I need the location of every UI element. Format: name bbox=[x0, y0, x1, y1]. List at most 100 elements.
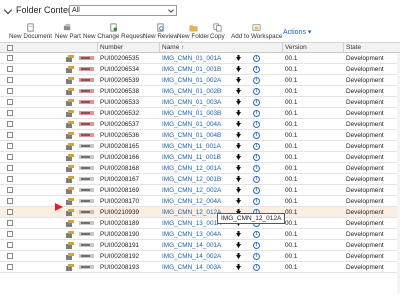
part-name-link[interactable]: IMG_CMN_12_004A bbox=[162, 198, 221, 205]
row-checkbox[interactable] bbox=[7, 143, 13, 149]
part-name-link[interactable]: IMG_CMN_01_004B bbox=[162, 132, 221, 139]
part-name-link[interactable]: IMG_CMN_12_002A bbox=[162, 187, 221, 194]
info-icon[interactable]: i bbox=[253, 241, 260, 249]
table-row[interactable]: PUI00206539 IMG_CMN_01_002A i 00.1 Developme… bbox=[0, 75, 400, 86]
table-row[interactable]: PUI00206538 IMG_CMN_01_002B i 00.1 Developme… bbox=[0, 86, 400, 97]
part-name-link[interactable]: IMG_CMN_12_012A bbox=[162, 209, 221, 216]
download-icon[interactable] bbox=[235, 187, 242, 194]
view-filter-select[interactable]: All bbox=[69, 5, 177, 16]
table-row[interactable]: PUI00208167 IMG_CMN_12_001B i 00.1 Developme… bbox=[0, 174, 400, 185]
row-checkbox[interactable] bbox=[7, 231, 13, 237]
table-row[interactable]: PUI00206533 IMG_CMN_01_003A i 00.1 Developme… bbox=[0, 97, 400, 108]
table-row[interactable]: PUI00208192 IMG_CMN_14_002A i 00.1 Developme… bbox=[0, 251, 400, 262]
info-icon[interactable]: i bbox=[253, 230, 260, 238]
new-change-request-button[interactable]: New Change Request bbox=[83, 23, 145, 40]
add-to-workspace-button[interactable]: Add to Workspace bbox=[231, 23, 282, 40]
row-checkbox[interactable] bbox=[7, 66, 13, 72]
part-name-link[interactable]: IMG_CMN_01_001B bbox=[162, 66, 221, 73]
column-header-version[interactable]: Version bbox=[285, 44, 307, 51]
part-name-link[interactable]: IMG_CMN_11_001A bbox=[162, 143, 221, 150]
table-row[interactable]: PUI00206536 IMG_CMN_01_004B i 00.1 Developme… bbox=[0, 130, 400, 141]
download-icon[interactable] bbox=[235, 176, 242, 183]
part-name-link[interactable]: IMG_CMN_13_004A bbox=[162, 231, 221, 238]
part-name-link[interactable]: IMG_CMN_13_001A bbox=[162, 220, 221, 227]
info-icon[interactable]: i bbox=[253, 98, 260, 106]
part-name-link[interactable]: IMG_CMN_01_003B bbox=[162, 110, 221, 117]
table-row[interactable]: PUI00208169 IMG_CMN_12_002A i 00.1 Developme… bbox=[0, 185, 400, 196]
row-checkbox[interactable] bbox=[7, 253, 13, 259]
part-name-link[interactable]: IMG_CMN_11_001B bbox=[162, 154, 221, 161]
part-name-link[interactable]: IMG_CMN_12_001A bbox=[162, 165, 221, 172]
row-checkbox[interactable] bbox=[7, 77, 13, 83]
actions-menu[interactable]: Actions ▾ bbox=[283, 28, 311, 36]
row-checkbox[interactable] bbox=[7, 209, 13, 215]
info-icon[interactable]: i bbox=[253, 54, 260, 62]
part-name-link[interactable]: IMG_CMN_14_001A bbox=[162, 242, 221, 249]
download-icon[interactable] bbox=[235, 66, 242, 73]
column-header-number[interactable]: Number bbox=[100, 44, 123, 51]
collapse-chevron-icon[interactable] bbox=[3, 5, 13, 15]
info-icon[interactable]: i bbox=[253, 109, 260, 117]
download-icon[interactable] bbox=[235, 88, 242, 95]
info-icon[interactable]: i bbox=[253, 164, 260, 172]
download-icon[interactable] bbox=[235, 231, 242, 238]
table-row[interactable]: PUI00206537 IMG_CMN_01_004A i 00.1 Developme… bbox=[0, 119, 400, 130]
row-checkbox[interactable] bbox=[7, 176, 13, 182]
column-header-state[interactable]: State bbox=[346, 44, 361, 51]
info-icon[interactable]: i bbox=[253, 131, 260, 139]
info-icon[interactable]: i bbox=[253, 175, 260, 183]
part-name-link[interactable]: IMG_CMN_14_003A bbox=[162, 264, 221, 271]
row-checkbox[interactable] bbox=[7, 110, 13, 116]
new-part-button[interactable]: New Part bbox=[55, 23, 81, 40]
select-all-checkbox[interactable] bbox=[7, 45, 13, 51]
table-row[interactable]: PUI00208190 IMG_CMN_13_004A i 00.1 Developme… bbox=[0, 229, 400, 240]
download-icon[interactable] bbox=[235, 55, 242, 62]
row-checkbox[interactable] bbox=[7, 187, 13, 193]
row-checkbox[interactable] bbox=[7, 242, 13, 248]
part-name-link[interactable]: IMG_CMN_12_001B bbox=[162, 176, 221, 183]
part-name-link[interactable]: IMG_CMN_14_002A bbox=[162, 253, 221, 260]
part-name-link[interactable]: IMG_CMN_01_004A bbox=[162, 121, 221, 128]
info-icon[interactable]: i bbox=[253, 186, 260, 194]
info-icon[interactable]: i bbox=[253, 153, 260, 161]
download-icon[interactable] bbox=[235, 165, 242, 172]
download-icon[interactable] bbox=[235, 253, 242, 260]
download-icon[interactable] bbox=[235, 121, 242, 128]
table-row[interactable]: PUI00206532 IMG_CMN_01_003B i 00.1 Developme… bbox=[0, 108, 400, 119]
download-icon[interactable] bbox=[235, 154, 242, 161]
table-row[interactable]: PUI00208193 IMG_CMN_14_003A i 00.1 Developme… bbox=[0, 262, 400, 273]
column-header-name[interactable]: Name ↑ bbox=[162, 44, 184, 51]
download-icon[interactable] bbox=[235, 99, 242, 106]
row-checkbox[interactable] bbox=[7, 165, 13, 171]
new-review-button[interactable]: New Review bbox=[143, 23, 178, 40]
part-name-link[interactable]: IMG_CMN_01_002B bbox=[162, 88, 221, 95]
download-icon[interactable] bbox=[235, 77, 242, 84]
info-icon[interactable]: i bbox=[253, 197, 260, 205]
info-icon[interactable]: i bbox=[253, 252, 260, 260]
row-checkbox[interactable] bbox=[7, 132, 13, 138]
info-icon[interactable]: i bbox=[253, 76, 260, 84]
row-checkbox[interactable] bbox=[7, 55, 13, 61]
part-name-link[interactable]: IMG_CMN_01_003A bbox=[162, 99, 221, 106]
part-name-link[interactable]: IMG_CMN_01_002A bbox=[162, 77, 221, 84]
table-row[interactable]: PUI00206534 IMG_CMN_01_001B i 00.1 Developme… bbox=[0, 64, 400, 75]
download-icon[interactable] bbox=[235, 198, 242, 205]
row-checkbox[interactable] bbox=[7, 264, 13, 270]
new-document-button[interactable]: New Document bbox=[9, 23, 52, 40]
download-icon[interactable] bbox=[235, 242, 242, 249]
row-checkbox[interactable] bbox=[7, 220, 13, 226]
row-checkbox[interactable] bbox=[7, 99, 13, 105]
table-row[interactable]: PUI00208168 IMG_CMN_12_001A i 00.1 Developme… bbox=[0, 163, 400, 174]
copy-button[interactable]: Copy bbox=[210, 23, 225, 40]
row-checkbox[interactable] bbox=[7, 121, 13, 127]
table-row[interactable]: PUI00208165 IMG_CMN_11_001A i 00.1 Developme… bbox=[0, 141, 400, 152]
info-icon[interactable]: i bbox=[253, 87, 260, 95]
info-icon[interactable]: i bbox=[253, 263, 260, 271]
table-row[interactable]: PUI00208191 IMG_CMN_14_001A i 00.1 Developme… bbox=[0, 240, 400, 251]
row-checkbox[interactable] bbox=[7, 198, 13, 204]
info-icon[interactable]: i bbox=[253, 65, 260, 73]
info-icon[interactable]: i bbox=[253, 142, 260, 150]
row-checkbox[interactable] bbox=[7, 154, 13, 160]
new-folder-button[interactable]: New Folder bbox=[177, 23, 209, 40]
row-checkbox[interactable] bbox=[7, 88, 13, 94]
